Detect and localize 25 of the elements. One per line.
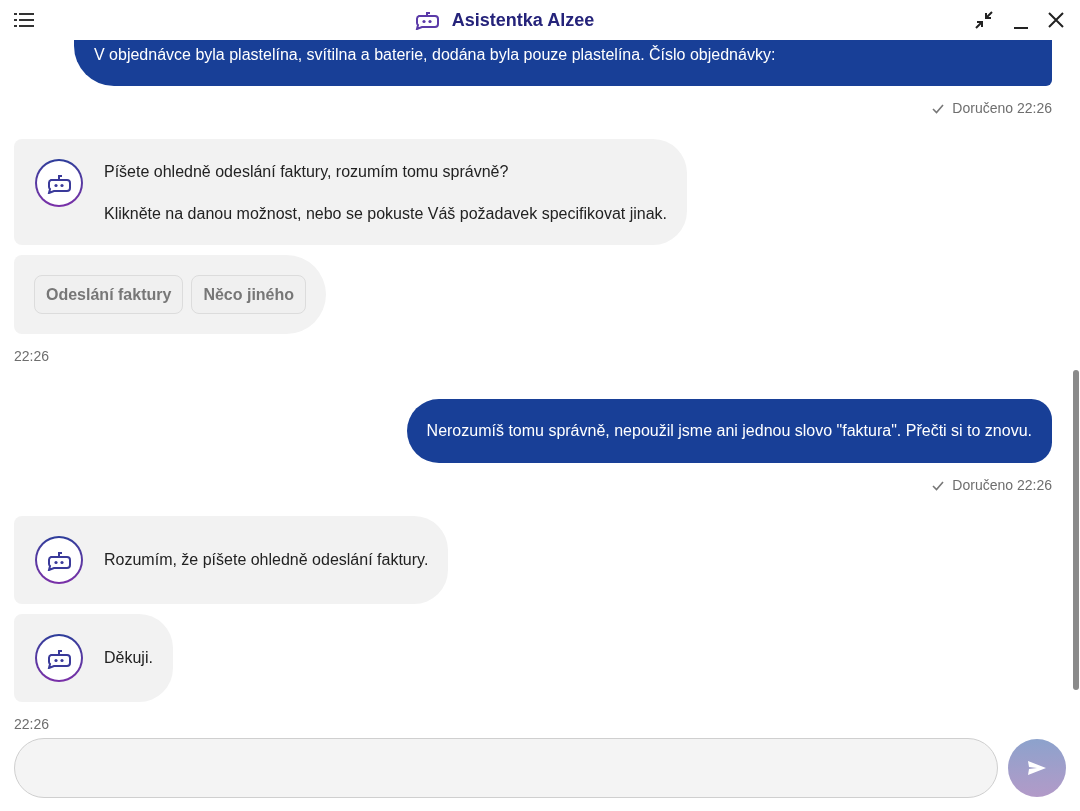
collapse-icon[interactable] [974, 10, 994, 30]
check-icon [932, 480, 945, 491]
close-icon[interactable] [1048, 12, 1064, 28]
send-button[interactable] [1008, 739, 1066, 797]
timestamp: 22:26 [14, 715, 51, 729]
message-text: Píšete ohledně odeslání faktury, rozumím tomu správně? [104, 162, 510, 182]
message-text: Rozumím, že píšete ohledně odeslání faktury. [104, 550, 429, 570]
bot-avatar-icon [35, 536, 83, 584]
delivery-status: Doručeno 22:26 [952, 99, 1052, 118]
window-title: Asistentka Alzee [451, 8, 595, 32]
send-icon [1027, 760, 1047, 776]
bot-avatar-icon [35, 159, 83, 207]
user-message: V objednávce byla plastelína, svítilna a baterie, dodána byla pouze plastelína. Číslo objednávky: [74, 40, 1052, 86]
delivery-status: Doručeno 22:26 [952, 476, 1052, 495]
bot-avatar-icon [35, 634, 83, 682]
chat-bot-icon [413, 10, 440, 30]
scrollbar-thumb[interactable] [1073, 370, 1079, 690]
message-text: Klikněte na danou možnost, nebo se pokuste Váš požadavek specifikovat jinak. [104, 204, 667, 224]
message-text: Děkuji. [104, 648, 153, 668]
user-message: Nerozumíš tomu správně, nepoužil jsme ani jednou slovo "faktura". Přečti si to znovu. [406, 399, 1052, 463]
timestamp: 22:26 [14, 347, 51, 366]
menu-icon[interactable] [14, 13, 34, 27]
option-button[interactable]: Něco jiného [191, 275, 307, 314]
check-icon [932, 103, 945, 114]
option-button[interactable]: Odeslání faktury [34, 275, 184, 314]
